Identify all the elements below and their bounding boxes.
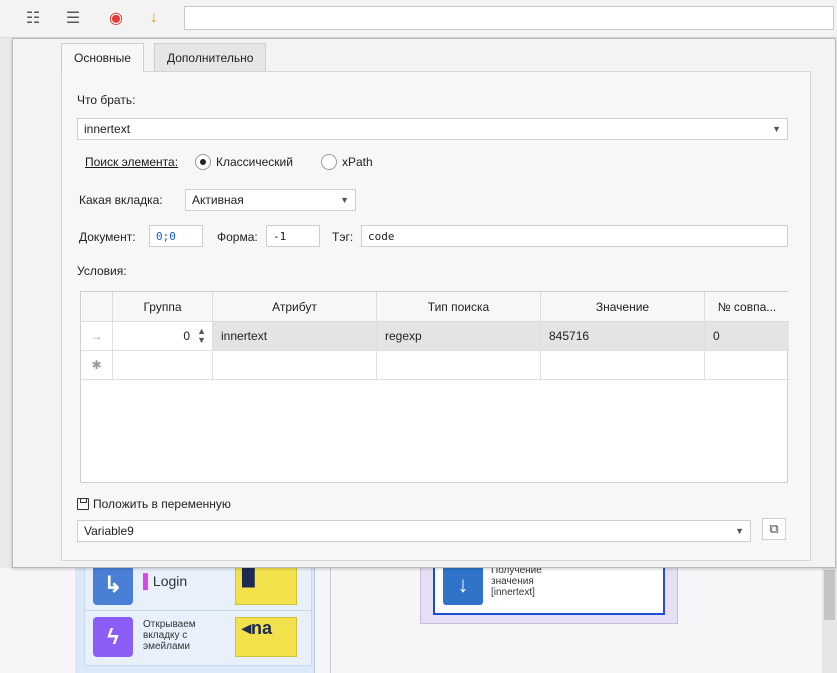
match-cell[interactable]: 0 xyxy=(705,322,789,351)
scrollbar-thumb[interactable] xyxy=(824,570,835,620)
col-search-type[interactable]: Тип поиска xyxy=(377,292,541,322)
login-icon: ↳ xyxy=(93,565,133,605)
side-strip xyxy=(0,38,12,568)
tab-which-value: Активная xyxy=(192,193,244,207)
tab-which-label: Какая вкладка: xyxy=(79,193,163,207)
tag-label: Тэг: xyxy=(332,230,354,244)
block-label: Открываем вкладку с эмейлами xyxy=(143,619,196,652)
row-header-corner xyxy=(81,292,113,322)
document-label: Документ: xyxy=(79,230,136,244)
attribute-cell[interactable]: innertext xyxy=(213,322,377,351)
group-value: 0 xyxy=(183,329,190,343)
action-properties-panel: Основные Дополнительно Что брать: innert… xyxy=(12,38,836,568)
form-field[interactable]: -1 xyxy=(266,225,320,247)
what-select[interactable]: innertext ▼ xyxy=(77,118,788,140)
document-field[interactable]: 0;0 xyxy=(149,225,203,247)
element-search-link[interactable]: Поиск элемента: xyxy=(85,155,178,169)
radio-xpath[interactable] xyxy=(321,154,337,170)
what-label: Что брать: xyxy=(77,93,136,107)
new-row-icon: ✱ xyxy=(81,351,113,380)
lightning-icon: ϟ xyxy=(93,617,133,657)
col-group[interactable]: Группа xyxy=(113,292,213,322)
block-thumbnail: █ xyxy=(235,565,297,605)
block-label: Login xyxy=(152,573,188,589)
conditions-label: Условия: xyxy=(77,264,127,278)
group-cell[interactable]: 0 ▲ ▼ xyxy=(113,322,213,351)
tab-advanced[interactable]: Дополнительно xyxy=(154,43,267,71)
list-edit-icon[interactable]: ☰ xyxy=(60,6,86,30)
col-value[interactable]: Значение xyxy=(541,292,705,322)
node-label: Получение значения [innertext] xyxy=(491,565,542,598)
form-label: Форма: xyxy=(217,230,258,244)
radio-classic[interactable] xyxy=(195,154,211,170)
new-row-cell[interactable] xyxy=(213,351,377,380)
toolbar: ☷ ☰ ◉ ↓ xyxy=(0,0,837,38)
conditions-grid: Группа Атрибут Тип поиска Значение № сов… xyxy=(80,291,789,483)
col-match-number[interactable]: № совпа... xyxy=(705,292,789,322)
tab-main[interactable]: Основные xyxy=(61,43,144,72)
new-row-cell[interactable] xyxy=(377,351,541,380)
save-to-variable-label: Положить в переменную xyxy=(93,497,231,511)
value-cell[interactable]: 845716 xyxy=(541,322,705,351)
search-type-cell[interactable]: regexp xyxy=(377,322,541,351)
download-arrow-icon[interactable]: ↓ xyxy=(141,6,167,30)
block-marker-icon: ▌ xyxy=(143,573,153,589)
toolbar-input[interactable] xyxy=(184,6,834,30)
radio-xpath-label: xPath xyxy=(342,155,373,169)
action-block-open-tab[interactable]: ϟ Открываем вкладку с эмейлами ◂na xyxy=(84,610,312,666)
connector-line xyxy=(330,555,331,673)
record-icon[interactable]: ◉ xyxy=(103,6,129,30)
chevron-down-icon: ▼ xyxy=(340,195,349,205)
canvas-scrollbar[interactable] xyxy=(822,560,837,673)
app-window: ↳ ▌Login █ ϟ Открываем вкладку с эмейлам… xyxy=(0,0,837,673)
new-row-cell[interactable] xyxy=(705,351,789,380)
chevron-down-icon: ▼ xyxy=(772,124,781,134)
get-value-icon: ↓ xyxy=(443,565,483,605)
variable-select[interactable]: Variable9 ▼ xyxy=(77,520,751,542)
copy-button[interactable]: ⧉ xyxy=(762,518,786,540)
tab-which-select[interactable]: Активная ▼ xyxy=(185,189,356,211)
chevron-down-icon: ▼ xyxy=(735,526,744,536)
copy-icon: ⧉ xyxy=(769,521,779,536)
col-attribute[interactable]: Атрибут xyxy=(213,292,377,322)
new-row-cell[interactable] xyxy=(541,351,705,380)
tag-field[interactable]: code xyxy=(361,225,788,247)
save-icon xyxy=(77,498,89,510)
row-indicator-icon: → xyxy=(81,322,113,351)
new-row-cell[interactable] xyxy=(113,351,213,380)
block-thumbnail: ◂na xyxy=(235,617,297,657)
variable-value: Variable9 xyxy=(84,524,134,538)
list-settings-icon[interactable]: ☷ xyxy=(20,6,46,30)
radio-classic-label: Классический xyxy=(216,155,293,169)
what-value: innertext xyxy=(84,122,131,136)
spinner-icon[interactable]: ▲ ▼ xyxy=(197,327,206,345)
